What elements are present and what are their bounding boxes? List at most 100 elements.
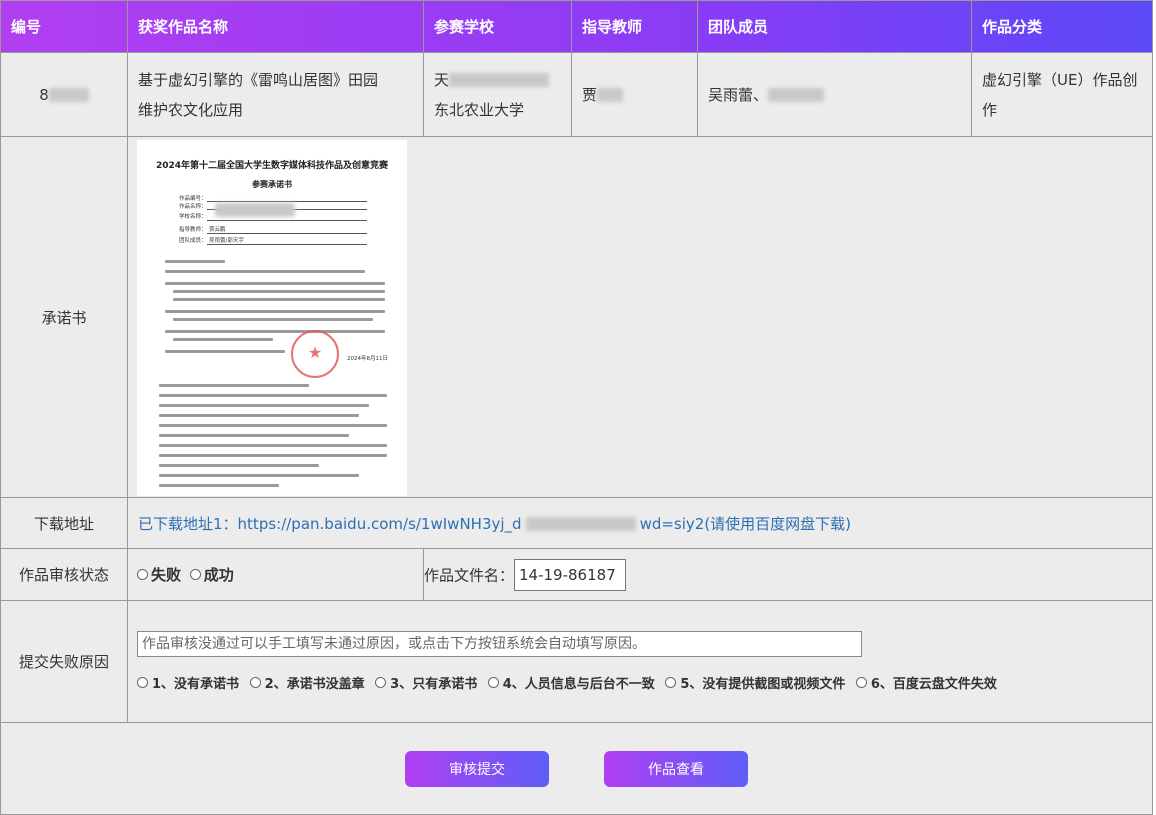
letter-field-code: 作品编号： xyxy=(179,196,207,202)
cell-school: 天 东北农业大学 xyxy=(423,52,572,137)
download-link-text: 已下载地址1：https://pan.baidu.com/s/1wIwNH3yj… xyxy=(138,514,522,533)
work-name-line1: 基于虚幻引擎的《雷鸣山居图》田园 xyxy=(138,70,379,89)
letter-text xyxy=(159,464,319,467)
letter-text xyxy=(165,270,365,273)
letter-text xyxy=(159,394,387,397)
letter-text xyxy=(173,298,385,301)
letter-text xyxy=(159,444,387,447)
review-status-cell: 失败 成功 xyxy=(127,548,424,601)
redacted-mask xyxy=(215,203,295,217)
commitment-label: 承诺书 xyxy=(0,136,128,498)
reason-radio-3[interactable] xyxy=(375,677,387,688)
letter-text xyxy=(165,350,285,353)
letter-text xyxy=(173,318,373,321)
team-members: 吴雨蕾、 xyxy=(708,85,769,104)
reason-option-3: 3、只有承诺书 xyxy=(390,677,478,692)
redacted-mask xyxy=(597,88,624,102)
letter-field-team: 团队成员： xyxy=(179,238,207,244)
redacted-mask xyxy=(449,73,550,87)
work-name-line2: 维护农文化应用 xyxy=(138,100,244,119)
radio-success-label: 成功 xyxy=(203,566,234,584)
category-value: 虚幻引擎（UE）作品创作 xyxy=(982,70,1138,119)
letter-text xyxy=(165,310,385,313)
download-link[interactable]: 已下载地址1：https://pan.baidu.com/s/1wIwNH3yj… xyxy=(128,515,851,533)
view-work-button[interactable]: 作品查看 xyxy=(604,751,748,787)
reason-option-5: 5、没有提供截图或视频文件 xyxy=(680,677,846,692)
letter-line xyxy=(207,233,367,234)
letter-title: 2024年第十二届全国大学生数字媒体科技作品及创意竞赛 xyxy=(155,161,389,171)
commitment-letter-image[interactable]: 2024年第十二届全国大学生数字媒体科技作品及创意竞赛 参赛承诺书 作品编号： … xyxy=(137,140,407,496)
commitment-cell: 2024年第十二届全国大学生数字媒体科技作品及创意竞赛 参赛承诺书 作品编号： … xyxy=(127,136,1153,498)
redacted-mask xyxy=(525,517,636,531)
id-value: 8 xyxy=(39,85,49,104)
official-seal: ★ xyxy=(291,330,339,378)
letter-line xyxy=(207,220,367,221)
header-work-name: 获奖作品名称 xyxy=(127,0,424,53)
actions-row xyxy=(0,722,1153,815)
table-row: 8 基于虚幻引擎的《雷鸣山居图》田园 维护农文化应用 天 东北农业大学 贾 吴雨… xyxy=(0,52,1153,137)
reason-option-6: 6、百度云盘文件失效 xyxy=(870,677,997,692)
fail-reason-cell: 1、没有承诺书 2、承诺书没盖章 3、只有承诺书 4、人员信息与后台不一致 5、… xyxy=(127,600,1153,723)
teacher-name: 贾 xyxy=(582,85,598,104)
letter-text xyxy=(159,404,369,407)
letter-field-school: 学校名称： xyxy=(179,214,207,220)
letter-text xyxy=(159,434,349,437)
radio-fail[interactable] xyxy=(137,569,148,580)
header-teacher: 指导教师 xyxy=(571,0,698,53)
radio-success[interactable] xyxy=(189,569,201,580)
header-id: 编号 xyxy=(0,0,128,53)
filename-label: 作品文件名： xyxy=(424,566,515,584)
letter-teacher-value: 贾云鹏 xyxy=(209,227,226,233)
submit-review-button[interactable]: 审核提交 xyxy=(405,751,549,787)
fail-reason-input[interactable] xyxy=(137,631,862,657)
filename-cell: 作品文件名： 14-19-86187 xyxy=(423,548,1153,601)
fail-reason-options: 1、没有承诺书 2、承诺书没盖章 3、只有承诺书 4、人员信息与后台不一致 5、… xyxy=(137,673,1152,692)
header-team: 团队成员 xyxy=(697,0,972,53)
cell-work-name: 基于虚幻引擎的《雷鸣山居图》田园 维护农文化应用 xyxy=(127,52,424,137)
review-page: 编号 获奖作品名称 参赛学校 指导教师 团队成员 作品分类 8 基于虚幻引擎的《… xyxy=(0,0,1153,815)
fail-reason-label: 提交失败原因 xyxy=(0,600,128,723)
reason-radio-5[interactable] xyxy=(665,677,677,688)
reason-radio-4[interactable] xyxy=(487,677,499,688)
reason-option-1: 1、没有承诺书 xyxy=(152,677,240,692)
letter-subtitle: 参赛承诺书 xyxy=(252,180,292,189)
letter-text xyxy=(159,454,387,457)
fail-reason-row: 提交失败原因 1、没有承诺书 2、承诺书没盖章 3、只有承诺书 4、人员信息与后… xyxy=(0,600,1153,723)
download-cell: 已下载地址1：https://pan.baidu.com/s/1wIwNH3yj… xyxy=(127,497,1153,549)
award-review-table: 编号 获奖作品名称 参赛学校 指导教师 团队成员 作品分类 8 基于虚幻引擎的《… xyxy=(0,0,1153,815)
actions-cell xyxy=(0,722,1153,815)
letter-line xyxy=(207,244,367,245)
letter-text xyxy=(159,484,279,487)
letter-text xyxy=(159,414,359,417)
header-school: 参赛学校 xyxy=(423,0,572,53)
review-status-row: 作品审核状态 失败 成功 作品文件名： 14-19-86187 xyxy=(0,548,1153,601)
letter-field-name: 作品名称： xyxy=(179,204,207,210)
filename-field[interactable]: 14-19-86187 xyxy=(514,558,627,591)
cell-team: 吴雨蕾、 xyxy=(697,52,972,137)
letter-line xyxy=(207,201,367,202)
letter-team-value: 吴雨蕾/郭天宇 xyxy=(209,238,244,244)
school-line2: 东北农业大学 xyxy=(434,100,525,119)
download-label: 下载地址 xyxy=(0,497,128,549)
letter-text xyxy=(165,330,385,333)
cell-id: 8 xyxy=(0,52,128,137)
letter-text xyxy=(173,290,385,293)
redacted-mask xyxy=(768,88,825,102)
header-category: 作品分类 xyxy=(971,0,1153,53)
radio-fail-label: 失败 xyxy=(151,566,182,584)
letter-text xyxy=(165,282,385,285)
reason-radio-2[interactable] xyxy=(249,677,261,688)
letter-text xyxy=(159,424,387,427)
table-header-row: 编号 获奖作品名称 参赛学校 指导教师 团队成员 作品分类 xyxy=(0,0,1153,53)
cell-category: 虚幻引擎（UE）作品创作 xyxy=(971,52,1153,137)
cell-teacher: 贾 xyxy=(571,52,698,137)
reason-radio-1[interactable] xyxy=(137,677,148,688)
letter-text xyxy=(173,338,273,341)
reason-radio-6[interactable] xyxy=(855,677,867,688)
letter-field-teacher: 指导教师： xyxy=(179,227,207,233)
filename-value: 14-19-86187 xyxy=(519,565,616,584)
letter-text xyxy=(159,384,309,387)
reason-option-2: 2、承诺书没盖章 xyxy=(264,677,365,692)
download-row: 下载地址 已下载地址1：https://pan.baidu.com/s/1wIw… xyxy=(0,497,1153,549)
review-status-label: 作品审核状态 xyxy=(0,548,128,601)
